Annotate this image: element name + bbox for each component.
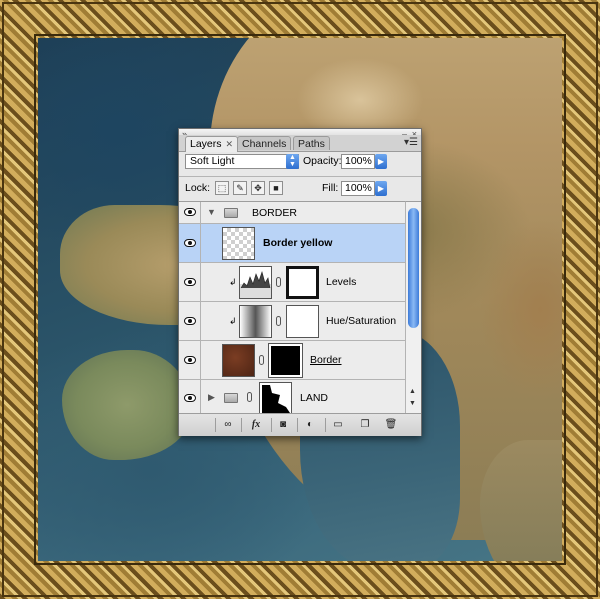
link-layers-icon[interactable]: ∞ <box>219 418 237 431</box>
layer-thumbnail <box>222 227 255 260</box>
expand-triangle-icon[interactable]: ▼ <box>207 207 216 217</box>
eye-icon[interactable] <box>184 356 196 364</box>
fill-dropdown-icon[interactable]: ▶ <box>375 181 387 196</box>
tab-layers[interactable]: Layers ✕ <box>185 136 239 152</box>
fill-value: 100% <box>345 182 372 194</box>
close-icon[interactable]: ✕ <box>226 139 234 149</box>
layer-name: Border yellow <box>263 237 333 249</box>
layer-name: BORDER <box>252 207 297 219</box>
eye-icon[interactable] <box>184 317 196 325</box>
layer-name: LAND <box>300 392 329 404</box>
tab-paths-label: Paths <box>298 138 325 150</box>
mask-thumbnail <box>259 382 292 414</box>
lock-row: Lock: ⬚ ✎ ✥ ■ Fill: 100% ▶ <box>179 176 421 201</box>
layer-row-border[interactable]: Border <box>179 341 405 380</box>
visibility-toggle[interactable] <box>179 263 201 301</box>
mask-thumbnail <box>286 305 319 338</box>
lock-label: Lock: <box>185 182 211 194</box>
footer-divider <box>241 418 242 432</box>
tab-layers-label: Layers <box>190 138 222 150</box>
hue-saturation-icon <box>239 305 272 338</box>
layer-thumbnail <box>222 344 255 377</box>
blend-row: Soft Light ▲ ▼ Opacity: 100% ▶ <box>179 151 421 175</box>
layers-scrollbar[interactable]: ▲ ▼ <box>405 201 421 413</box>
visibility-toggle[interactable] <box>179 202 201 223</box>
visibility-toggle[interactable] <box>179 302 201 340</box>
visibility-toggle[interactable] <box>179 380 201 414</box>
layers-list: ▼ BORDER Border yellow ↲ Levels ↲ Hue/Sa… <box>179 201 405 414</box>
histogram-icon <box>240 270 271 289</box>
land-mask-shape-icon <box>262 385 290 413</box>
levels-histogram-icon <box>239 266 272 299</box>
panel-footer: ∞ fx ◙ ◐ ▭ ❐ 🗑 <box>179 413 421 436</box>
blend-mode-select[interactable]: Soft Light ▲ ▼ <box>185 154 299 169</box>
folder-icon <box>224 393 238 403</box>
layer-row-hue-saturation[interactable]: ↲ Hue/Saturation <box>179 302 405 341</box>
lock-position-icon[interactable]: ✥ <box>251 181 265 195</box>
opacity-label: Opacity: <box>303 155 342 167</box>
layer-mask-icon[interactable]: ◙ <box>275 418 291 431</box>
layer-row-border-yellow[interactable]: Border yellow <box>179 224 405 263</box>
eye-icon[interactable] <box>184 239 196 247</box>
lock-transparent-icon[interactable]: ⬚ <box>215 181 229 195</box>
scroll-thumb[interactable] <box>408 208 419 328</box>
visibility-toggle[interactable] <box>179 341 201 379</box>
tab-channels-label: Channels <box>242 138 287 150</box>
lock-image-icon[interactable]: ✎ <box>233 181 247 195</box>
chain-link-icon[interactable] <box>247 392 252 402</box>
eye-icon[interactable] <box>184 394 196 402</box>
tab-channels[interactable]: Channels <box>237 136 292 150</box>
scroll-up-icon[interactable]: ▲ <box>409 388 416 395</box>
trash-icon[interactable]: 🗑 <box>383 418 399 431</box>
opacity-value: 100% <box>345 155 372 167</box>
layer-name: Border <box>310 354 342 366</box>
panel-tabs: Layers ✕ Channels Paths ▾☰ <box>179 135 421 152</box>
panel-menu-icon[interactable]: ▾☰ <box>404 138 418 148</box>
expand-triangle-icon[interactable]: ▶ <box>208 392 215 403</box>
footer-divider <box>271 418 272 432</box>
footer-divider <box>297 418 298 432</box>
adjustment-layer-icon[interactable]: ◐ <box>301 418 319 431</box>
footer-divider <box>215 418 216 432</box>
land-island <box>62 350 192 460</box>
layer-name: Levels <box>326 276 357 288</box>
tab-paths[interactable]: Paths <box>293 136 330 150</box>
mask-thumbnail <box>268 343 303 378</box>
layer-row-levels[interactable]: ↲ Levels <box>179 263 405 302</box>
fill-label: Fill: <box>322 182 339 194</box>
opacity-field[interactable]: 100% <box>341 154 375 169</box>
footer-divider <box>325 418 326 432</box>
opacity-dropdown-icon[interactable]: ▶ <box>375 154 387 169</box>
layer-row-border-group[interactable]: ▼ BORDER <box>179 202 405 224</box>
layer-row-land-group[interactable]: ▶ LAND <box>179 380 405 414</box>
fx-icon[interactable]: fx <box>245 418 267 431</box>
new-layer-icon[interactable]: ❐ <box>357 418 373 431</box>
chain-link-icon[interactable] <box>259 355 264 365</box>
fill-field[interactable]: 100% <box>341 181 375 196</box>
new-group-icon[interactable]: ▭ <box>329 418 347 431</box>
clip-arrow-icon: ↲ <box>229 316 237 326</box>
mask-thumbnail <box>286 266 319 299</box>
layers-panel: » – × Layers ✕ Channels Paths ▾☰ Soft Lig… <box>178 128 422 436</box>
blend-mode-value: Soft Light <box>190 155 235 167</box>
layer-name: Hue/Saturation <box>326 315 397 327</box>
lock-all-icon[interactable]: ■ <box>269 181 283 195</box>
eye-icon[interactable] <box>184 278 196 286</box>
visibility-toggle[interactable] <box>179 224 201 262</box>
folder-icon <box>224 208 238 218</box>
clip-arrow-icon: ↲ <box>229 277 237 287</box>
chain-link-icon[interactable] <box>276 316 281 326</box>
chain-link-icon[interactable] <box>276 277 281 287</box>
select-arrows-icon: ▲ ▼ <box>286 154 299 169</box>
eye-icon[interactable] <box>184 208 196 216</box>
scroll-down-icon[interactable]: ▼ <box>409 400 416 407</box>
